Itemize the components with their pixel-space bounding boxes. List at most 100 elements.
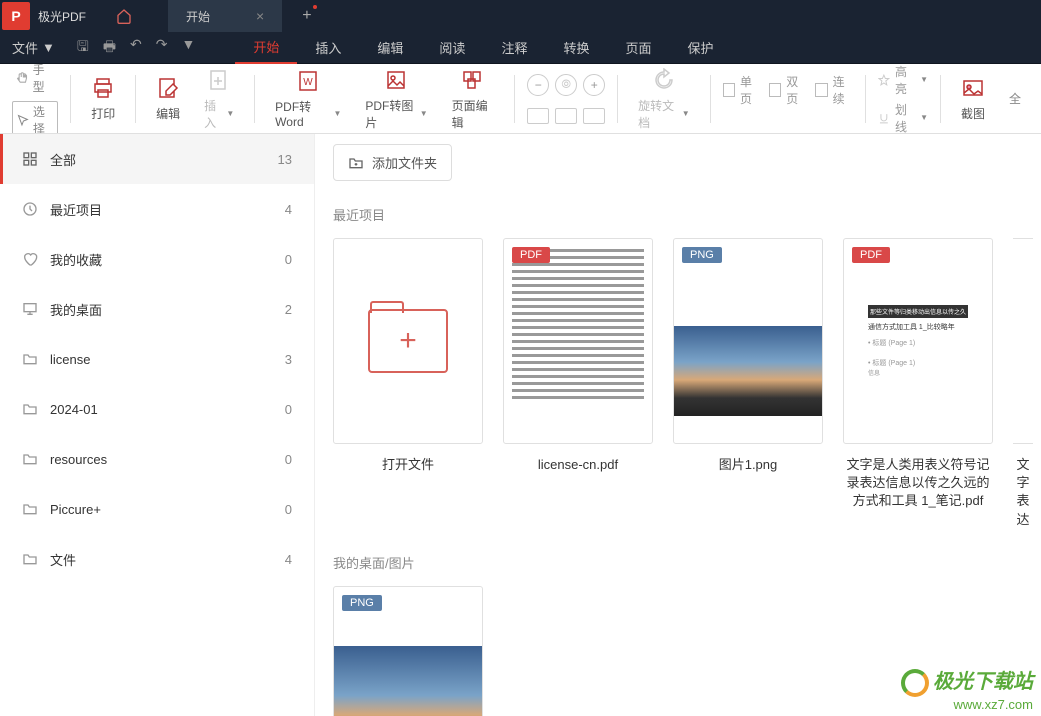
clock-icon <box>22 201 40 217</box>
edit-icon <box>156 75 180 101</box>
quick-access-toolbar: 🖫 🖶 ↶ ↷ ▼ <box>67 36 205 60</box>
main-area: 全部 13 最近项目 4 我的收藏 0 我的桌面 2 license 3 202… <box>0 134 1041 716</box>
all-tool[interactable]: 全 <box>1001 86 1029 111</box>
rotate-doc-tool[interactable]: 旋转文档▼ <box>630 64 698 134</box>
sidebar-item-2024-01[interactable]: 2024-01 0 <box>0 384 314 434</box>
view-modes: 单页 x <box>723 73 761 125</box>
fit-actual[interactable] <box>583 108 605 124</box>
menu-convert[interactable]: 转换 <box>545 32 607 64</box>
tab-home[interactable] <box>98 0 150 32</box>
thumb-box: PDF <box>503 238 653 444</box>
zoom-fit[interactable]: ⦾ <box>555 74 577 96</box>
continuous-mode[interactable]: 连续 <box>815 73 853 107</box>
insert-tool[interactable]: 插入▼ <box>196 64 242 134</box>
pdf-to-image-tool[interactable]: PDF转图片▼ <box>357 64 435 134</box>
sidebar-item-count: 0 <box>285 502 292 517</box>
sidebar-item-all[interactable]: 全部 13 <box>0 134 314 184</box>
word-icon: W <box>296 68 320 94</box>
file-menu[interactable]: 文件 ▼ <box>0 38 67 57</box>
thumb-caption: 图片1.png <box>719 456 778 474</box>
tab-start-label: 开始 <box>186 8 210 25</box>
fit-page[interactable] <box>555 108 577 124</box>
sidebar-item-recent[interactable]: 最近项目 4 <box>0 184 314 234</box>
new-tab-button[interactable]: + <box>302 7 311 25</box>
sidebar-item-license[interactable]: license 3 <box>0 334 314 384</box>
menu-insert[interactable]: 插入 <box>297 32 359 64</box>
underline-icon <box>878 111 890 125</box>
menu-read[interactable]: 阅读 <box>421 32 483 64</box>
screenshot-tool[interactable]: 截图 <box>953 71 993 126</box>
thumb-partial[interactable]: 文字表达 <box>1013 238 1033 529</box>
undo-icon[interactable]: ↶ <box>130 36 142 60</box>
menu-protect[interactable]: 保护 <box>669 32 731 64</box>
folder-icon <box>22 401 40 417</box>
fit-width[interactable] <box>527 108 549 124</box>
menu-edit[interactable]: 编辑 <box>359 32 421 64</box>
png-badge: PNG <box>682 247 722 263</box>
print-tool[interactable]: 打印 <box>83 71 123 126</box>
thumb-desktop-image[interactable]: PNG <box>333 586 483 716</box>
zoom-out[interactable]: − <box>527 74 549 96</box>
thumb-open-file[interactable]: 打开文件 <box>333 238 483 529</box>
underline-tool[interactable]: 划线▼ <box>878 101 928 135</box>
view-modes3: 连续 x <box>815 73 853 125</box>
content-area: 添加文件夹 最近项目 打开文件 PDF license-cn.pdf PNG <box>315 134 1041 716</box>
single-page-mode[interactable]: 单页 <box>723 73 761 107</box>
thumb-license-pdf[interactable]: PDF license-cn.pdf <box>503 238 653 529</box>
print-icon[interactable]: 🖶 <box>103 36 116 60</box>
double-page-icon <box>769 83 781 97</box>
recent-thumbs: 打开文件 PDF license-cn.pdf PNG 图片1.png PDF <box>333 238 1041 529</box>
qat-dropdown-icon[interactable]: ▼ <box>182 36 196 60</box>
thumb-box: PDF 那些文件等归类移动出信息以传之久 通信方式加工具 1_比较略年 • 标题… <box>843 238 993 444</box>
sidebar-item-count: 0 <box>285 402 292 417</box>
sidebar-item-label: 2024-01 <box>50 402 98 417</box>
sidebar-item-count: 3 <box>285 352 292 367</box>
image-preview <box>674 326 822 416</box>
sidebar-item-resources[interactable]: resources 0 <box>0 434 314 484</box>
redo-icon[interactable]: ↷ <box>156 36 168 60</box>
thumb-notes-pdf[interactable]: PDF 那些文件等归类移动出信息以传之久 通信方式加工具 1_比较略年 • 标题… <box>843 238 993 529</box>
add-folder-label: 添加文件夹 <box>372 153 437 172</box>
thumb-box: PNG <box>333 586 483 716</box>
home-icon <box>116 8 132 24</box>
sidebar-item-label: 文件 <box>50 550 76 569</box>
pdf-badge: PDF <box>512 247 550 263</box>
png-badge: PNG <box>342 595 382 611</box>
close-tab-icon[interactable]: × <box>256 8 264 24</box>
page-edit-tool[interactable]: 页面编辑 <box>444 64 503 134</box>
thumb-caption: 文字表达 <box>1013 456 1033 529</box>
insert-icon <box>207 67 231 93</box>
highlight-tool[interactable]: 高亮▼ <box>878 64 928 97</box>
sidebar-item-desktop[interactable]: 我的桌面 2 <box>0 284 314 334</box>
rotate-icon <box>652 67 676 93</box>
sidebar: 全部 13 最近项目 4 我的收藏 0 我的桌面 2 license 3 202… <box>0 134 315 716</box>
edit-tool[interactable]: 编辑 <box>148 71 188 126</box>
double-page-mode[interactable]: 双页 <box>769 73 807 107</box>
thumb-image1[interactable]: PNG 图片1.png <box>673 238 823 529</box>
menu-annotate[interactable]: 注释 <box>483 32 545 64</box>
recent-section-title: 最近项目 <box>333 205 1041 224</box>
save-icon[interactable]: 🖫 <box>77 36 89 60</box>
menu-page[interactable]: 页面 <box>607 32 669 64</box>
sidebar-item-count: 4 <box>285 202 292 217</box>
sidebar-item-piccure[interactable]: Piccure+ 0 <box>0 484 314 534</box>
hand-tool[interactable]: 手型 <box>12 64 58 97</box>
app-logo: P <box>2 2 30 30</box>
sidebar-item-files[interactable]: 文件 4 <box>0 534 314 584</box>
screenshot-icon <box>961 75 985 101</box>
tab-start[interactable]: 开始 × <box>168 0 282 32</box>
watermark-logo-icon <box>901 669 929 697</box>
folder-plus-icon <box>348 155 364 171</box>
pdf-to-word-tool[interactable]: W PDF转Word▼ <box>267 64 349 133</box>
zoom-in[interactable]: + <box>583 74 605 96</box>
doc-preview: 那些文件等归类移动出信息以传之久 通信方式加工具 1_比较略年 • 标题 (Pa… <box>860 297 976 385</box>
select-tool[interactable]: 选择 <box>12 101 58 135</box>
add-folder-button[interactable]: 添加文件夹 <box>333 144 452 181</box>
thumb-box <box>333 238 483 444</box>
ribbon: 手型 选择 打印 编辑 插入▼ W PDF转Word▼ P <box>0 64 1041 134</box>
pdf-badge: PDF <box>852 247 890 263</box>
continuous-icon <box>815 83 827 97</box>
sidebar-item-favorites[interactable]: 我的收藏 0 <box>0 234 314 284</box>
menu-items: 开始 插入 编辑 阅读 注释 转换 页面 保护 <box>235 32 731 64</box>
menu-start[interactable]: 开始 <box>235 32 297 64</box>
